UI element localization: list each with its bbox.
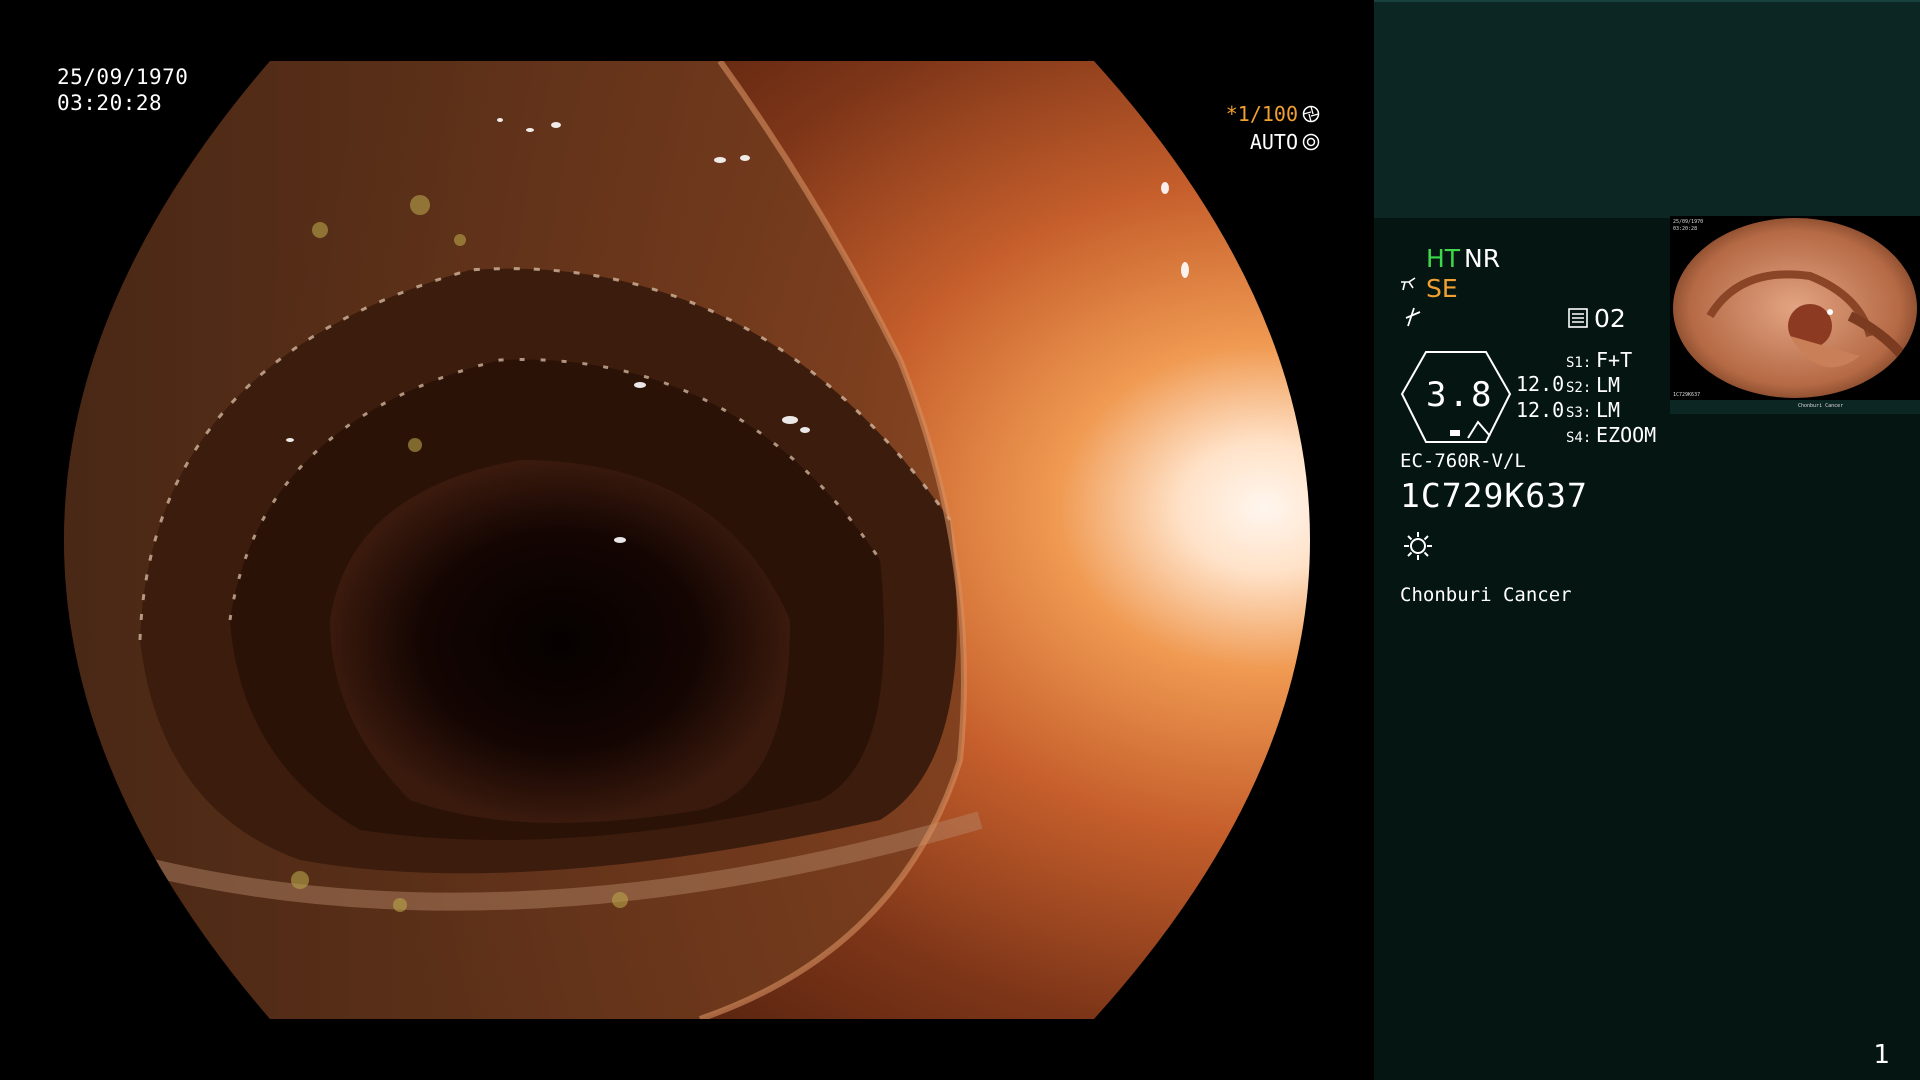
thumbnail-image (1673, 218, 1917, 398)
mode-nr: NR (1464, 244, 1501, 273)
light-icon (1404, 532, 1432, 560)
switch-4: S4: EZOOM (1566, 423, 1657, 447)
focus-param-1: 12.0 (1516, 372, 1565, 396)
switch-3: S3: LM (1566, 398, 1621, 422)
switch-2: S2: LM (1566, 373, 1621, 397)
shutter-info: *1/100 AUTO (1226, 100, 1320, 156)
mode-ht: HT (1426, 244, 1461, 273)
page-number: 1 (1873, 1040, 1890, 1070)
memory-number: 02 (1594, 304, 1626, 333)
focus-value: 3.8 (1426, 375, 1494, 415)
thumb-footer: Chonburi Cancer (1670, 400, 1920, 414)
structure-enhance-icon (1401, 277, 1416, 291)
thumb-date: 25/09/1970 (1673, 219, 1704, 225)
memory-icon (1568, 308, 1588, 328)
scope-serial: 1C729K637 (1400, 476, 1588, 515)
endoscopic-image (64, 61, 1310, 1019)
endoscope-view: 25/09/1970 03:20:28 *1/100 AUTO (0, 0, 1374, 1080)
panel-header-area (1374, 0, 1920, 218)
shutter-icon (1302, 105, 1320, 123)
date: 25/09/1970 (57, 65, 189, 89)
institution-name: Chonburi Cancer (1400, 584, 1572, 606)
shutter-speed: *1/100 (1225, 102, 1298, 126)
thumb-serial: 1C729K637 (1673, 392, 1701, 398)
thumb-time: 03:20:28 (1673, 226, 1698, 232)
thumb-institution: Chonburi Cancer (1798, 403, 1844, 409)
focus-param-2: 12.0 (1516, 398, 1565, 422)
time: 03:20:28 (57, 91, 163, 115)
capture-thumbnail[interactable]: 25/09/1970 03:20:28 1C729K637 Chonburi C… (1670, 216, 1920, 414)
iris-mode: AUTO (1249, 130, 1298, 154)
iris-icon (1302, 133, 1320, 151)
mode-se: SE (1426, 274, 1458, 303)
side-panel: HT NR SE 02 3.8 12.0 12.0 S1: F+T S2: LM S… (1374, 0, 1920, 1080)
switch-1: S1: F+T (1566, 348, 1633, 372)
scope-model: EC-760R-V/L (1400, 450, 1526, 472)
date-time: 25/09/1970 03:20:28 (57, 64, 188, 116)
freeze-icon (1405, 307, 1421, 327)
